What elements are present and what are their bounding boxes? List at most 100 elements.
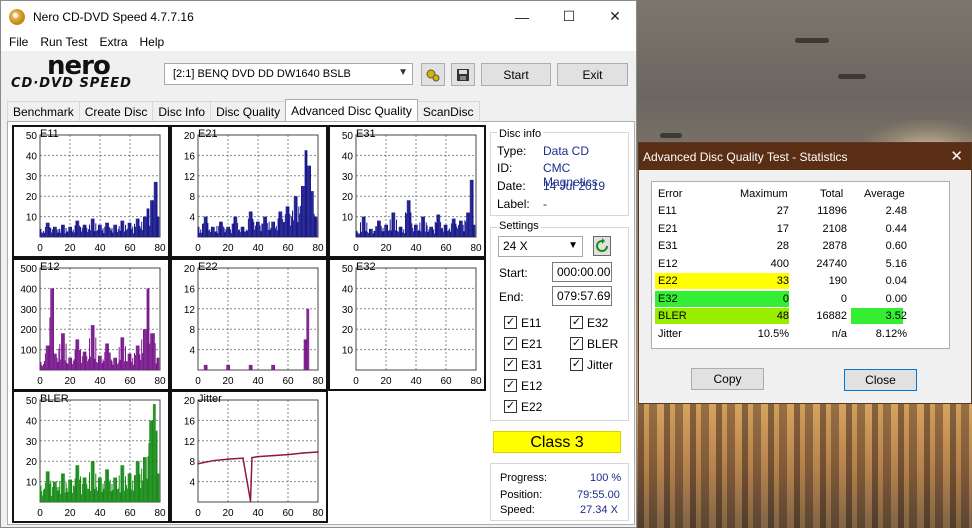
tab-create-disc[interactable]: Create Disc [78, 101, 154, 121]
copy-button[interactable]: Copy [691, 368, 764, 390]
drive-properties-button[interactable] [421, 63, 445, 86]
checkbox-e22-label: E22 [521, 400, 543, 414]
end-time-input[interactable]: 079:57.69 [552, 286, 612, 306]
checkbox-e32[interactable]: ✓ [570, 316, 583, 329]
x-tick-label: 0 [195, 508, 201, 519]
x-tick-label: 40 [410, 376, 422, 387]
x-tick-label: 20 [222, 376, 234, 387]
checkbox-e21-label: E21 [521, 337, 543, 351]
chevron-down-icon: ▼ [568, 240, 578, 251]
tab-disc-quality[interactable]: Disc Quality [210, 101, 287, 121]
cell-total: 24740 [816, 257, 847, 270]
disc-label-label: Label: [497, 197, 530, 211]
main-window: Nero CD-DVD Speed 4.7.7.16 — ☐ ✕ File Ru… [0, 0, 637, 528]
y-tick-label: 50 [342, 131, 354, 142]
chart-svg: 4 8 12 16 20 0 20 40 60 80 [184, 396, 324, 519]
x-tick-label: 80 [312, 243, 324, 254]
cell-error: E31 [658, 240, 678, 252]
x-tick-label: 20 [222, 508, 234, 519]
y-tick-label: 400 [20, 284, 37, 295]
chart-bler: 10 20 30 40 50 0 20 40 60 80 BLER [12, 390, 170, 523]
date-label: Date: [497, 179, 526, 193]
checkbox-e31[interactable]: ✓ [504, 358, 517, 371]
statistics-table: Error Maximum Total Average E11 27 11896 2.… [651, 181, 950, 349]
y-tick-label: 200 [20, 325, 37, 336]
x-tick-label: 20 [64, 376, 76, 387]
x-tick-label: 0 [37, 508, 43, 519]
y-tick-label: 10 [342, 213, 354, 224]
x-tick-label: 20 [222, 243, 234, 254]
save-button[interactable] [451, 63, 475, 86]
checkbox-e22[interactable]: ✓ [504, 400, 517, 413]
cell-maximum: 400 [770, 257, 789, 270]
disc-info-group: Disc info Type: Data CD ID: CMC Magnetic… [490, 128, 629, 216]
y-tick-label: 10 [342, 346, 354, 357]
start-time-input[interactable]: 000:00.00 [552, 262, 612, 282]
plot-area [39, 134, 161, 238]
close-button[interactable]: ✕ [592, 1, 638, 32]
speed-value: 24 X [503, 239, 528, 253]
x-tick-label: 80 [470, 376, 482, 387]
menu-file[interactable]: File [3, 35, 34, 49]
cell-maximum: 17 [776, 222, 789, 235]
tab-scandisc[interactable]: ScanDisc [416, 101, 480, 121]
desktop-ship [660, 133, 682, 138]
checkbox-e12[interactable]: ✓ [504, 379, 517, 392]
type-value: Data CD [543, 144, 590, 158]
exit-button[interactable]: Exit [557, 63, 628, 86]
start-button[interactable]: Start [481, 63, 551, 86]
point [212, 459, 214, 462]
checkbox-jitter[interactable]: ✓ [570, 358, 583, 371]
chart-title: E32 [356, 261, 376, 273]
y-tick-label: 30 [26, 437, 38, 448]
maximize-button[interactable]: ☐ [546, 1, 592, 32]
y-tick-label: 20 [184, 131, 196, 142]
tab-benchmark[interactable]: Benchmark [7, 101, 80, 121]
chart-e22: 4 8 12 16 20 0 20 40 60 80 E22 [170, 258, 328, 391]
refresh-speed-button[interactable] [593, 236, 611, 256]
chart-svg: 4 8 12 16 20 0 20 40 60 80 [184, 131, 324, 254]
menu-help[interactable]: Help [134, 35, 171, 49]
x-tick-label: 80 [312, 376, 324, 387]
x-tick-label: 40 [252, 508, 264, 519]
x-tick-label: 60 [124, 243, 136, 254]
close-dialog-button[interactable]: Close [844, 369, 917, 391]
menu-run-test[interactable]: Run Test [34, 35, 93, 49]
point [197, 462, 199, 465]
disc-info-heading: Disc info [497, 128, 544, 140]
cell-error: E22 [658, 275, 678, 287]
menu-extra[interactable]: Extra [93, 35, 133, 49]
cell-maximum: 0 [782, 292, 789, 305]
y-tick-label: 8 [189, 192, 195, 203]
x-tick-label: 40 [252, 376, 264, 387]
chevron-down-icon: ▼ [398, 67, 408, 78]
table-row: E12 400 24740 5.16 [652, 256, 949, 273]
y-tick-label: 50 [26, 131, 38, 142]
checkbox-e11[interactable]: ✓ [504, 316, 517, 329]
drive-select[interactable]: [2:1] BENQ DVD DD DW1640 BSLB ▼ [164, 63, 413, 85]
checkbox-e21[interactable]: ✓ [504, 337, 517, 350]
minimize-button[interactable]: — [499, 1, 545, 32]
cell-total: 16882 [816, 310, 847, 322]
tab-advanced-disc-quality[interactable]: Advanced Disc Quality [285, 99, 418, 121]
desktop-ship [838, 74, 866, 79]
cell-maximum: 28 [776, 240, 789, 252]
chart-title: E22 [198, 261, 218, 273]
start-time-label: Start: [499, 266, 528, 280]
cell-error: E11 [658, 205, 677, 217]
y-tick-label: 40 [342, 284, 354, 295]
y-tick-label: 12 [184, 172, 196, 183]
dialog-close-icon[interactable]: ✕ [950, 147, 963, 165]
cell-average: 8.12% [875, 327, 907, 340]
header-total: Total [820, 188, 844, 200]
checkbox-bler[interactable]: ✓ [570, 337, 583, 350]
chart-title: BLER [40, 393, 69, 405]
y-tick-label: 8 [189, 325, 195, 336]
y-tick-label: 16 [184, 151, 196, 162]
y-tick-label: 10 [26, 478, 38, 489]
point [302, 452, 304, 454]
end-time-label: End: [499, 290, 524, 304]
tab-disc-info[interactable]: Disc Info [152, 101, 212, 121]
point [227, 458, 229, 460]
speed-select[interactable]: 24 X ▼ [498, 236, 583, 257]
